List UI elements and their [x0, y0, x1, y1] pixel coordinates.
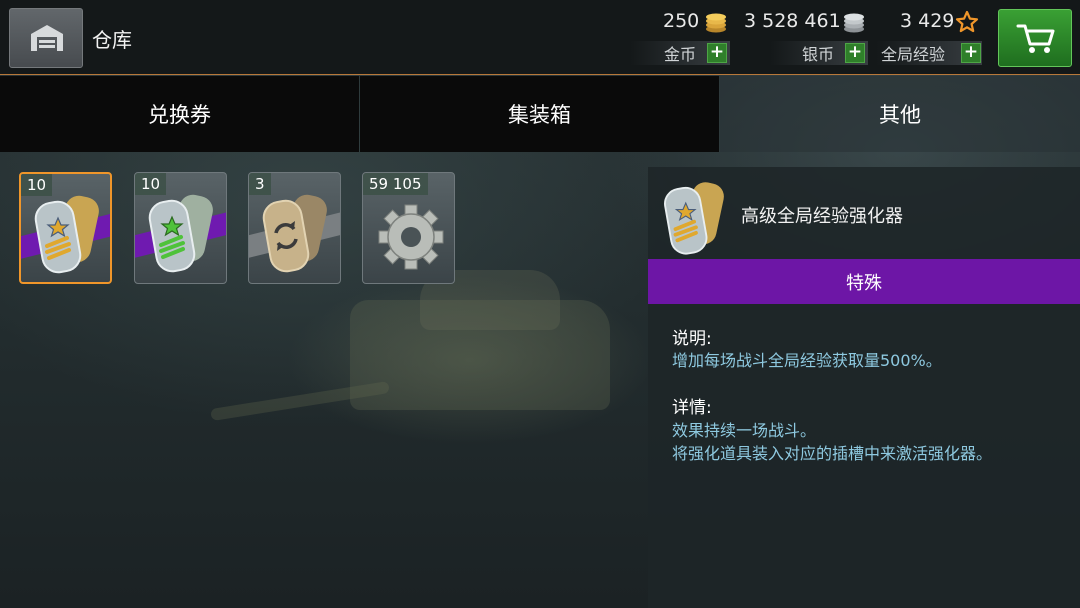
xp-value: 3 429: [900, 10, 955, 32]
xp-label: 全局经验: [881, 45, 946, 64]
page-title: 仓库: [92, 28, 132, 52]
exchange-dogtag-icon: [262, 194, 327, 273]
tab-coupons[interactable]: 兑换券: [0, 76, 359, 152]
tab-coupons-label: 兑换券: [148, 103, 211, 127]
gold-value: 250: [663, 10, 700, 32]
rarity-banner: 特殊: [648, 259, 1080, 304]
tab-other[interactable]: 其他: [720, 76, 1080, 152]
buy-gold-button[interactable]: +: [707, 43, 727, 63]
description-heading: 说明:: [672, 329, 712, 349]
top-bar: 仓库 250 金币 + 3 528 461 银币 + 3 429 全局经验 +: [0, 0, 1080, 75]
details-heading: 详情:: [672, 398, 712, 418]
item-count: 59 105: [363, 173, 428, 195]
item-count: 3: [249, 173, 271, 195]
cart-icon: [1016, 24, 1055, 53]
crew-xp-booster-dogtag-icon: [148, 194, 213, 273]
tab-containers[interactable]: 集装箱: [360, 76, 719, 152]
silver-label: 银币: [802, 45, 835, 64]
details-text-line1: 效果持续一场战斗。: [672, 421, 817, 440]
item-count: 10: [135, 173, 167, 195]
tab-other-label: 其他: [879, 103, 921, 127]
shop-cart-button[interactable]: [998, 9, 1072, 67]
item-detail-panel: 高级全局经验强化器 特殊 说明: 增加每场战斗全局经验获取量500%。 详情: …: [648, 167, 1080, 608]
garage-button[interactable]: [9, 8, 83, 68]
xp-booster-dogtag-icon: [664, 182, 724, 255]
item-count: 10: [21, 174, 53, 196]
item-slot-parts[interactable]: 59 105: [362, 172, 455, 284]
xp-booster-dogtag-icon: [34, 195, 99, 274]
gold-coins-icon: [706, 13, 726, 33]
silver-coins-icon: [844, 13, 864, 33]
description-text: 增加每场战斗全局经验获取量500%。: [672, 351, 942, 370]
category-tabs: 兑换券 集装箱: [0, 76, 720, 152]
item-name: 高级全局经验强化器: [741, 206, 903, 227]
item-slot-xp-booster[interactable]: 10: [19, 172, 112, 284]
buy-silver-button[interactable]: +: [845, 43, 865, 63]
convert-xp-button[interactable]: +: [961, 43, 981, 63]
xp-star-icon: [955, 10, 979, 33]
item-slot-exchange[interactable]: 3: [248, 172, 341, 284]
item-slot-crew-booster[interactable]: 10: [134, 172, 227, 284]
gear-part-icon: [378, 204, 444, 270]
details-text-line2: 将强化道具装入对应的插槽中来激活强化器。: [672, 444, 993, 463]
rarity-label: 特殊: [846, 272, 882, 294]
tab-containers-label: 集装箱: [508, 103, 571, 127]
garage-icon: [31, 25, 63, 51]
gold-label: 金币: [664, 45, 697, 64]
silver-value: 3 528 461: [744, 10, 841, 32]
